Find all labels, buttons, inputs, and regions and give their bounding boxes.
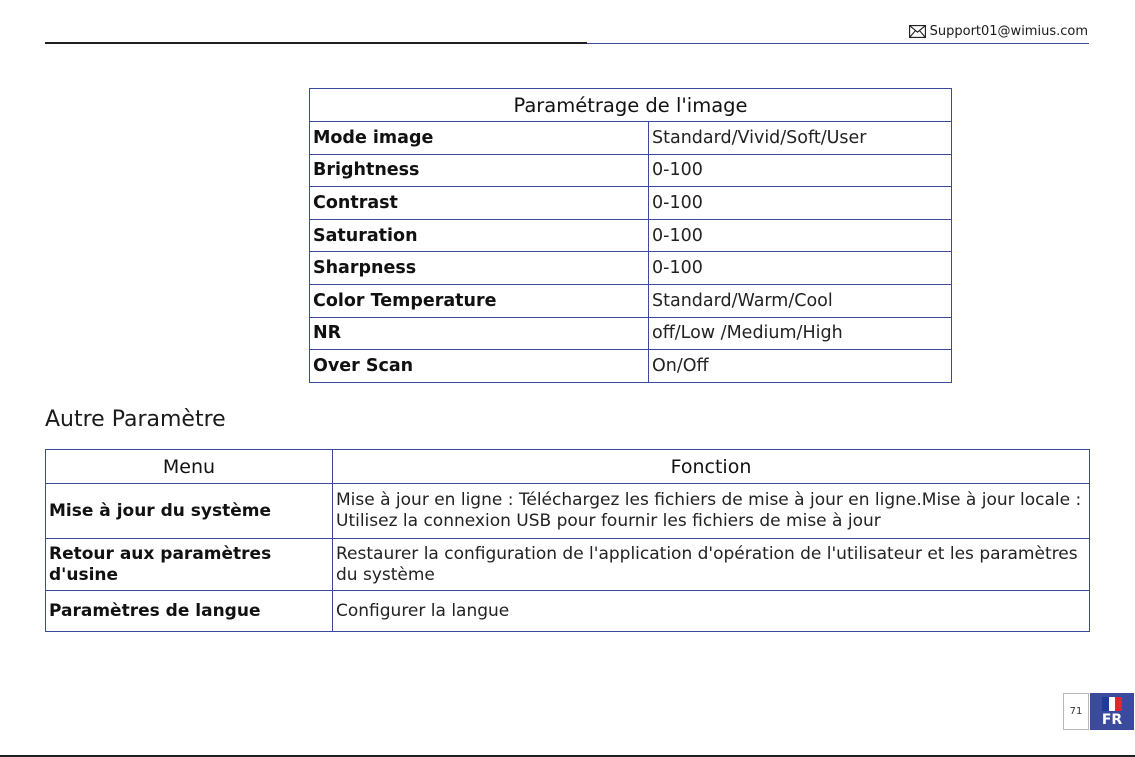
flag-red-stripe [1115,697,1123,711]
language-code: FR [1101,712,1123,728]
menu-column-header: Menu [45,449,333,484]
menu-cell: Mise à jour du système [45,483,333,539]
setting-label: Color Temperature [309,283,649,318]
setting-label: NR [309,316,649,351]
support-contact: Support01@wimius.com [908,24,1088,39]
function-cell: Restaurer la configuration de l'applicat… [332,538,1090,591]
header-rule-accent [587,43,1089,44]
function-cell: Configurer la langue [332,590,1090,632]
table-row: Color Temperature Standard/Warm/Cool [309,283,952,318]
setting-value: 0-100 [648,153,952,188]
image-settings-title: Paramétrage de l'image [309,88,952,122]
setting-label: Contrast [309,186,649,220]
setting-label: Over Scan [309,349,649,383]
function-cell: Mise à jour en ligne : Téléchargez les f… [332,483,1090,539]
menu-cell: Paramètres de langue [45,590,333,632]
language-badge: FR [1090,693,1134,730]
menu-cell: Retour aux paramètres d'usine [45,538,333,591]
table-row: Mise à jour du système Mise à jour en li… [45,483,1090,539]
setting-value: Standard/Warm/Cool [648,283,952,318]
page-number: 71 [1063,693,1089,730]
table-row: Over Scan On/Off [309,349,952,383]
table-row: Contrast 0-100 [309,186,952,220]
setting-label: Brightness [309,153,649,188]
table-row: Brightness 0-100 [309,153,952,188]
setting-label: Saturation [309,218,649,253]
table-row: Retour aux paramètres d'usine Restaurer … [45,538,1090,591]
table-row: Sharpness 0-100 [309,251,952,285]
setting-value: 0-100 [648,218,952,253]
setting-value: 0-100 [648,251,952,285]
setting-value: Standard/Vivid/Soft/User [648,121,952,155]
setting-label: Sharpness [309,251,649,285]
other-settings-table: Menu Fonction Mise à jour du système Mis… [45,449,1090,632]
support-email[interactable]: Support01@wimius.com [930,24,1088,39]
table-row: Mode image Standard/Vivid/Soft/User [309,121,952,155]
setting-value: 0-100 [648,186,952,220]
image-settings-table: Paramétrage de l'image Mode image Standa… [309,88,952,383]
setting-value: On/Off [648,349,952,383]
setting-label: Mode image [309,121,649,155]
function-column-header: Fonction [332,449,1090,484]
section-title: Autre Paramètre [45,407,226,432]
table-row: Paramètres de langue Configurer la langu… [45,590,1090,632]
header-rule-dark [45,42,587,44]
france-flag-icon [1102,697,1123,711]
flag-white-stripe [1108,697,1116,711]
envelope-icon [908,25,926,38]
setting-value: off/Low /Medium/High [648,316,952,351]
table-row: NR off/Low /Medium/High [309,316,952,351]
flag-blue-stripe [1102,697,1109,711]
table-row: Saturation 0-100 [309,218,952,253]
